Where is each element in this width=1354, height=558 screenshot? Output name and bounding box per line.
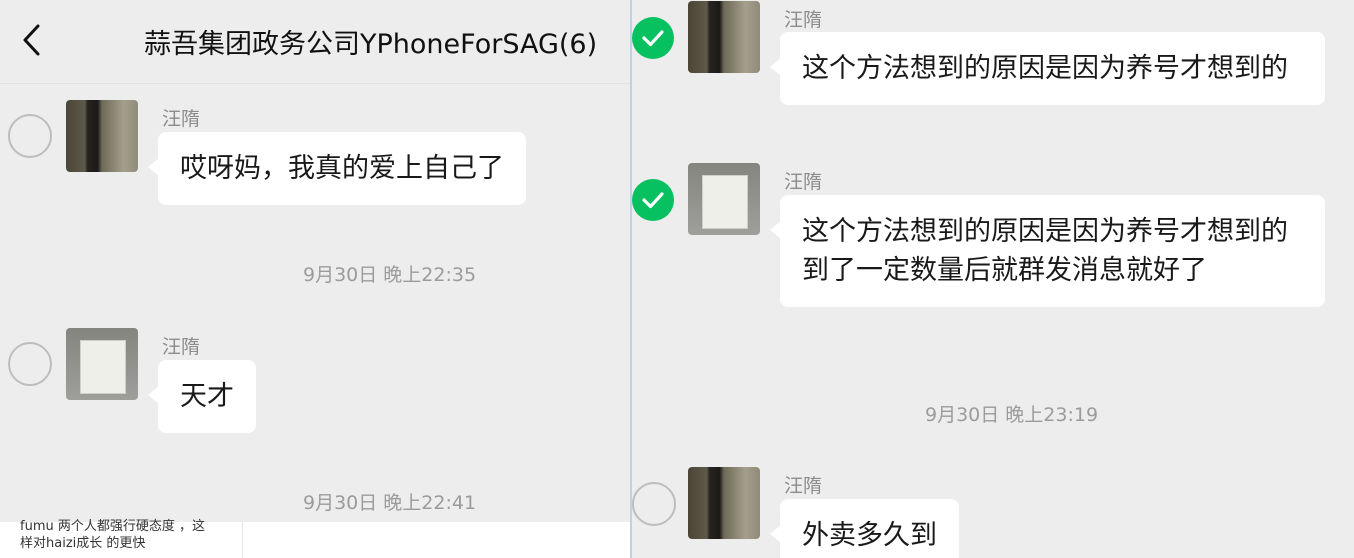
sender-name: 汪隋 <box>784 171 823 193</box>
message-bubble[interactable]: 天才 <box>148 360 256 433</box>
message-bubble[interactable]: 哎呀妈，我真的爱上自己了 <box>148 132 526 205</box>
message-bubble[interactable]: 外卖多久到 <box>770 499 959 558</box>
avatar[interactable] <box>66 100 138 172</box>
avatar[interactable] <box>688 467 760 539</box>
timestamp: 9月30日 晚上22:35 <box>303 264 477 286</box>
sender-name: 汪隋 <box>162 108 201 130</box>
chevron-left-icon <box>23 24 40 56</box>
back-button[interactable] <box>14 20 54 60</box>
select-check[interactable] <box>632 17 674 59</box>
timestamp: 9月30日 晚上23:19 <box>925 404 1099 426</box>
sender-name: 汪隋 <box>784 9 823 31</box>
select-radio[interactable] <box>8 342 52 386</box>
select-radio[interactable] <box>632 482 676 526</box>
message-bubble[interactable]: 这个方法想到的原因是因为养号才想到的 到了一定数量后就群发消息就好了 <box>770 195 1325 307</box>
underlying-window-strip: fumu 两个人都强行硬态度 ，这 样对haizi成长 的更快 <box>0 519 630 558</box>
sender-name: 汪隋 <box>784 475 823 497</box>
right-chat-panel: 汪隋 这个方法想到的原因是因为养号才想到的 汪隋 这个方法想到的原因是因为养号才… <box>632 0 1354 558</box>
message-bubble[interactable]: 这个方法想到的原因是因为养号才想到的 <box>770 32 1325 105</box>
checkmark-icon <box>642 192 664 209</box>
underlying-text-box: fumu 两个人都强行硬态度 ，这 样对haizi成长 的更快 <box>0 519 243 558</box>
checkmark-icon <box>642 30 664 47</box>
avatar[interactable] <box>66 328 138 400</box>
timestamp: 9月30日 晚上22:41 <box>303 492 477 514</box>
left-chat-panel: 蒜吾集团政务公司YPhoneForSAG(6) 汪隋 哎呀妈，我真的爱上自己了 … <box>0 0 630 558</box>
select-radio[interactable] <box>8 114 52 158</box>
chat-title: 蒜吾集团政务公司YPhoneForSAG(6) <box>144 29 598 60</box>
select-check[interactable] <box>632 179 674 221</box>
avatar[interactable] <box>688 163 760 235</box>
avatar[interactable] <box>688 1 760 73</box>
sender-name: 汪隋 <box>162 336 201 358</box>
chat-header: 蒜吾集团政务公司YPhoneForSAG(6) <box>0 0 630 84</box>
underlying-text: fumu 两个人都强行硬态度 ，这 样对haizi成长 的更快 <box>20 519 205 551</box>
